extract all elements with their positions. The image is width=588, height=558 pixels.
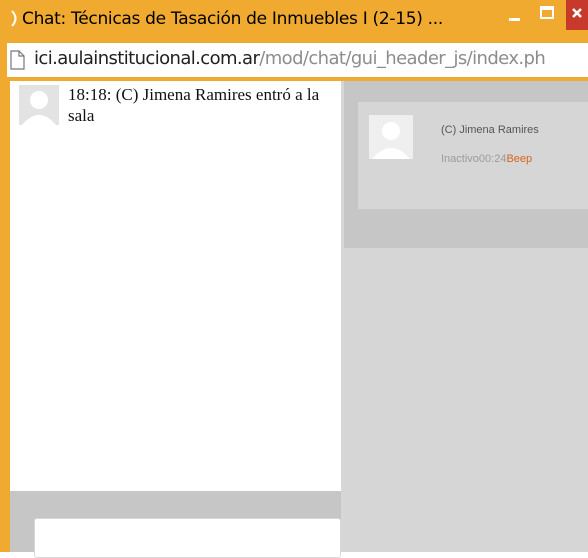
user-avatar-icon bbox=[19, 85, 59, 125]
window-title: Chat: Técnicas de Tasación de Inmuebles … bbox=[22, 9, 443, 29]
maximize-icon[interactable] bbox=[540, 6, 554, 20]
user-avatar-icon bbox=[369, 115, 413, 159]
message-input[interactable] bbox=[34, 518, 341, 558]
user-name: (C) Jimena Ramires bbox=[441, 124, 539, 136]
minimize-icon[interactable] bbox=[508, 11, 524, 27]
url-path: /mod/chat/gui_header_js/index.ph bbox=[259, 48, 546, 69]
chat-message: 18:18: (C) Jimena Ramires entró a la sal… bbox=[68, 85, 320, 125]
user-idle-time: Inactivo00:24 bbox=[441, 153, 507, 165]
close-button[interactable] bbox=[566, 0, 588, 30]
url-host: ici.aulainstitucional.com.ar bbox=[34, 48, 260, 69]
user-status: Inactivo00:24Beep bbox=[441, 152, 532, 166]
messages-pane bbox=[10, 81, 341, 552]
close-icon bbox=[572, 8, 582, 18]
url-text[interactable]: ici.aulainstitucional.com.ar/mod/chat/gu… bbox=[34, 46, 546, 72]
window-title-bar: Chat: Técnicas de Tasación de Inmuebles … bbox=[0, 0, 588, 38]
beep-link[interactable]: Beep bbox=[506, 153, 532, 165]
window-border bbox=[0, 81, 10, 552]
page-icon bbox=[10, 50, 25, 70]
browser-logo-icon bbox=[11, 10, 17, 27]
